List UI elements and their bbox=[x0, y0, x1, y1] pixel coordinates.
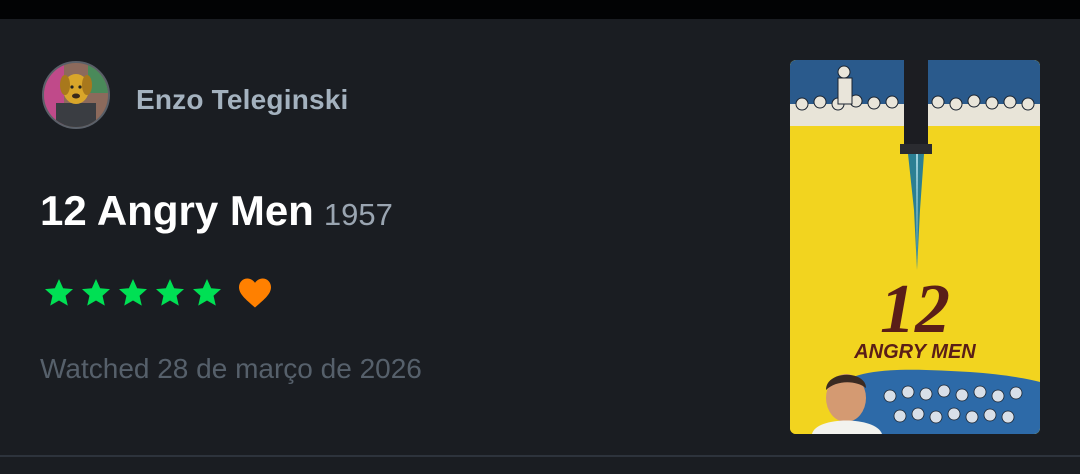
star-icon bbox=[82, 279, 110, 306]
poster-image: 12 ANGRY MEN bbox=[790, 60, 1040, 434]
film-poster[interactable]: 12 ANGRY MEN bbox=[790, 60, 1040, 434]
watched-date: Watched 28 de março de 2026 bbox=[40, 353, 422, 384]
star-icon bbox=[45, 279, 73, 306]
review-card[interactable]: Enzo Teleginski 12 Angry Men 1957 Watched… bbox=[0, 19, 1080, 455]
film-year[interactable]: 1957 bbox=[324, 197, 393, 232]
star-icon bbox=[156, 279, 184, 306]
film-title[interactable]: 12 Angry Men bbox=[40, 187, 314, 234]
avatar-image bbox=[44, 63, 108, 127]
status-bar bbox=[0, 0, 1080, 19]
rating bbox=[42, 273, 273, 313]
star-icon bbox=[193, 279, 221, 306]
poster-number: 12 bbox=[880, 271, 950, 348]
user-avatar[interactable] bbox=[42, 61, 110, 129]
user-name[interactable]: Enzo Teleginski bbox=[136, 84, 349, 116]
star-icon bbox=[119, 279, 147, 306]
poster-title: ANGRY MEN bbox=[853, 341, 976, 363]
film-heading[interactable]: 12 Angry Men 1957 bbox=[40, 187, 393, 235]
heart-icon bbox=[239, 278, 271, 308]
next-item bbox=[0, 457, 1080, 474]
